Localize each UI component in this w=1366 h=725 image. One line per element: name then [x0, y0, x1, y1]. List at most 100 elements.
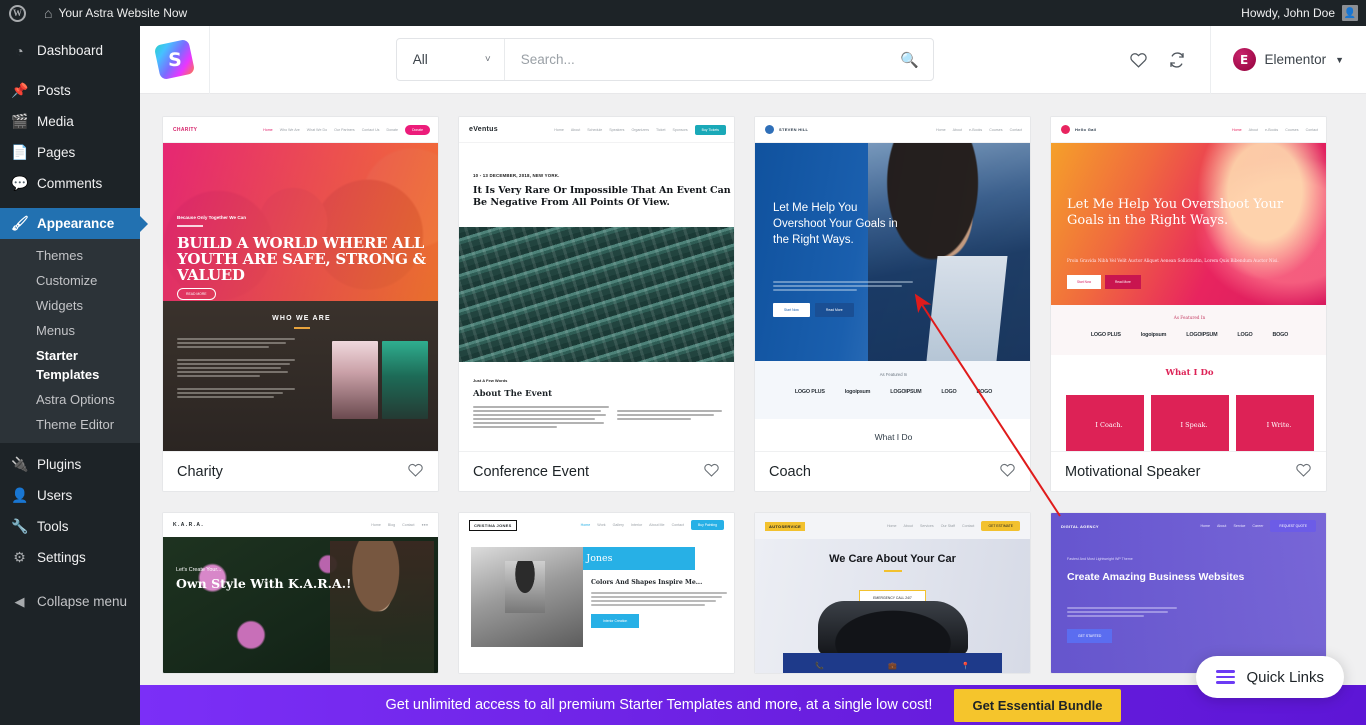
template-preview: eVentus Home About Schedule Speakers Organiz…	[459, 117, 734, 451]
preview-logo-row: LOGO PLUS logoipsum LOGOIPSUM LOGO BOGO	[1051, 332, 1326, 338]
search-icon[interactable]: 🔍	[900, 51, 919, 69]
template-card-coach[interactable]: STEVEN HILL Home About e-Books Courses Conta…	[754, 116, 1031, 492]
template-card-auto-service[interactable]: AUTOSERVICE Home About Services Our Staff Co…	[754, 512, 1031, 674]
sidebar-item-comments[interactable]: 💬 Comments	[0, 168, 140, 199]
sidebar-item-users[interactable]: 👤 Users	[0, 480, 140, 511]
elementor-icon: E	[1232, 48, 1256, 71]
heart-icon[interactable]	[703, 462, 720, 481]
preview-headline: Own Style With K.A.R.A.!	[176, 576, 352, 591]
wp-logo-menu[interactable]: W	[0, 0, 35, 26]
preview-subheadline: Proin Gravida Nibh Vel Velit Auctor Aliq…	[1067, 258, 1279, 263]
preview-logo: logoipsum	[1140, 332, 1167, 338]
preview-kicker: Let's Create Your...	[176, 567, 222, 573]
submenu-item-menus[interactable]: Menus	[0, 318, 140, 343]
refresh-button[interactable]	[1158, 26, 1196, 94]
submenu-item-widgets[interactable]: Widgets	[0, 293, 140, 318]
search-bar: All ˅ 🔍	[395, 38, 934, 81]
header-actions: E Elementor ▼	[1120, 26, 1366, 94]
preview-nav-button: GET ESTIMATE	[981, 521, 1020, 531]
template-grid[interactable]: CHARITY Home Who We Are What We Do Our Part…	[140, 94, 1366, 725]
sidebar-item-dashboard[interactable]: ◔ Dashboard	[0, 35, 140, 66]
sidebar-item-settings[interactable]: ⚙ Settings	[0, 542, 140, 573]
page-builder-selector[interactable]: E Elementor ▼	[1209, 26, 1366, 94]
preview-body-text	[591, 592, 727, 606]
preview-logo: LOGO PLUS	[1090, 332, 1121, 338]
submenu-item-astra-options[interactable]: Astra Options	[0, 387, 140, 412]
template-card-motivational-speaker[interactable]: Hello Gail Home About e-Books Courses Contac…	[1050, 116, 1327, 492]
search-input[interactable]	[520, 52, 901, 67]
sidebar-item-label: Tools	[37, 519, 69, 534]
preview-body-text	[1067, 605, 1177, 619]
sidebar-item-label: Users	[37, 488, 73, 503]
preview-headline: Colors And Shapes Inspire Me...	[591, 579, 703, 586]
preview-logo: LOGO	[941, 389, 957, 395]
sidebar-item-appearance[interactable]: 🖌 Appearance	[0, 208, 140, 239]
astra-logo-cell[interactable]: S	[140, 26, 210, 94]
brush-icon: 🖌	[11, 215, 29, 231]
template-card-charity[interactable]: CHARITY Home Who We Are What We Do Our Part…	[162, 116, 439, 492]
preview-body-text	[473, 406, 609, 428]
page-builder-label: Elementor	[1264, 52, 1327, 67]
preview-section-title: What I Do	[874, 432, 913, 442]
template-name: Conference Event	[473, 463, 590, 480]
preview-headline: We Care About Your Car	[829, 553, 956, 565]
template-card-digital-agency[interactable]: DIGITAL AGENCY Home About Service Career RE…	[1050, 512, 1327, 674]
site-name-label: Your Astra Website Now	[58, 6, 188, 20]
template-card-kara[interactable]: K.A.R.A. Home Blog Contact ●●● Let's Create…	[162, 512, 439, 674]
template-preview: Hello Gail Home About e-Books Courses Contac…	[1051, 117, 1326, 451]
preview-body-text	[755, 577, 1030, 583]
user-icon: 👤	[11, 487, 29, 503]
preview-logo: BOGO	[1272, 332, 1289, 338]
preview-button-1: Start Now	[1067, 275, 1101, 289]
sidebar-item-media[interactable]: 🎬 Media	[0, 106, 140, 137]
sidebar-item-plugins[interactable]: 🔌 Plugins	[0, 449, 140, 480]
comment-icon: 💬	[11, 175, 29, 191]
category-filter-value: All	[412, 52, 428, 67]
heart-icon[interactable]	[407, 462, 424, 481]
quick-links-button[interactable]: Quick Links	[1196, 656, 1344, 698]
avatar[interactable]: 👤	[1342, 5, 1358, 21]
heart-icon[interactable]	[1295, 462, 1312, 481]
sidebar-item-pages[interactable]: 📄 Pages	[0, 137, 140, 168]
category-filter-select[interactable]: All ˅	[397, 39, 505, 80]
site-name-menu[interactable]: ⌂ Your Astra Website Now	[35, 0, 196, 26]
preview-hero-button: READ MORE	[177, 288, 216, 300]
template-card-footer: Motivational Speaker	[1051, 451, 1326, 491]
dashboard-icon: ◔	[15, 42, 24, 59]
template-card-cristina-jones[interactable]: CRISTINA JONES Home Work Gallery Interior Ab…	[458, 512, 735, 674]
submenu-item-starter-templates[interactable]: Starter Templates	[0, 343, 140, 387]
submenu-item-theme-editor[interactable]: Theme Editor	[0, 412, 140, 437]
preview-logo: LOGO PLUS	[794, 389, 825, 395]
template-card-conference-event[interactable]: eVentus Home About Schedule Speakers Organiz…	[458, 116, 735, 492]
preview-hero: Let's Create Your... Own Style With K.A.…	[163, 537, 438, 673]
submenu-item-themes[interactable]: Themes	[0, 243, 140, 268]
preview-body-text-right	[617, 378, 722, 451]
sidebar-item-posts[interactable]: 📌 Posts	[0, 75, 140, 106]
preview-brand: CRISTINA JONES	[469, 519, 517, 531]
hamburger-icon	[1216, 670, 1236, 684]
preview-featured-label: As Featured In	[1173, 315, 1206, 320]
settings-icon: ⚙	[13, 549, 26, 565]
preview-logo: BOGO	[976, 389, 993, 395]
template-card-footer: Charity	[163, 451, 438, 491]
submenu-item-customize[interactable]: Customize	[0, 268, 140, 293]
wrench-icon: 🔧	[11, 518, 29, 534]
heart-icon[interactable]	[999, 462, 1016, 481]
astra-starter-templates-logo: S	[153, 38, 196, 81]
collapse-menu-label: Collapse menu	[37, 594, 128, 609]
collapse-menu-button[interactable]: ◀ Collapse menu	[0, 586, 140, 617]
favorites-button[interactable]	[1120, 26, 1158, 94]
sidebar-item-label: Plugins	[37, 457, 82, 472]
heart-icon	[1130, 53, 1147, 68]
preview-card-1: I Coach.	[1065, 394, 1144, 451]
preview-brand: DIGITAL AGENCY	[1061, 523, 1099, 529]
preview-hero: We Care About Your Car EMERGENCY CALL 24…	[755, 539, 1030, 673]
preview-hero: Cristina Jones Colors And Shapes Inspire…	[459, 537, 734, 673]
get-essential-bundle-button[interactable]: Get Essential Bundle	[954, 688, 1121, 722]
template-name: Charity	[177, 463, 223, 480]
sidebar-item-tools[interactable]: 🔧 Tools	[0, 511, 140, 542]
preview-date-line: 10 - 13 DECEMBER, 2018, NEW YORK.	[473, 173, 560, 178]
preview-info-bar: 📞 💼 📍	[783, 653, 1002, 673]
preview-car-image	[817, 601, 968, 655]
howdy-label[interactable]: Howdy, John Doe	[1241, 6, 1335, 20]
